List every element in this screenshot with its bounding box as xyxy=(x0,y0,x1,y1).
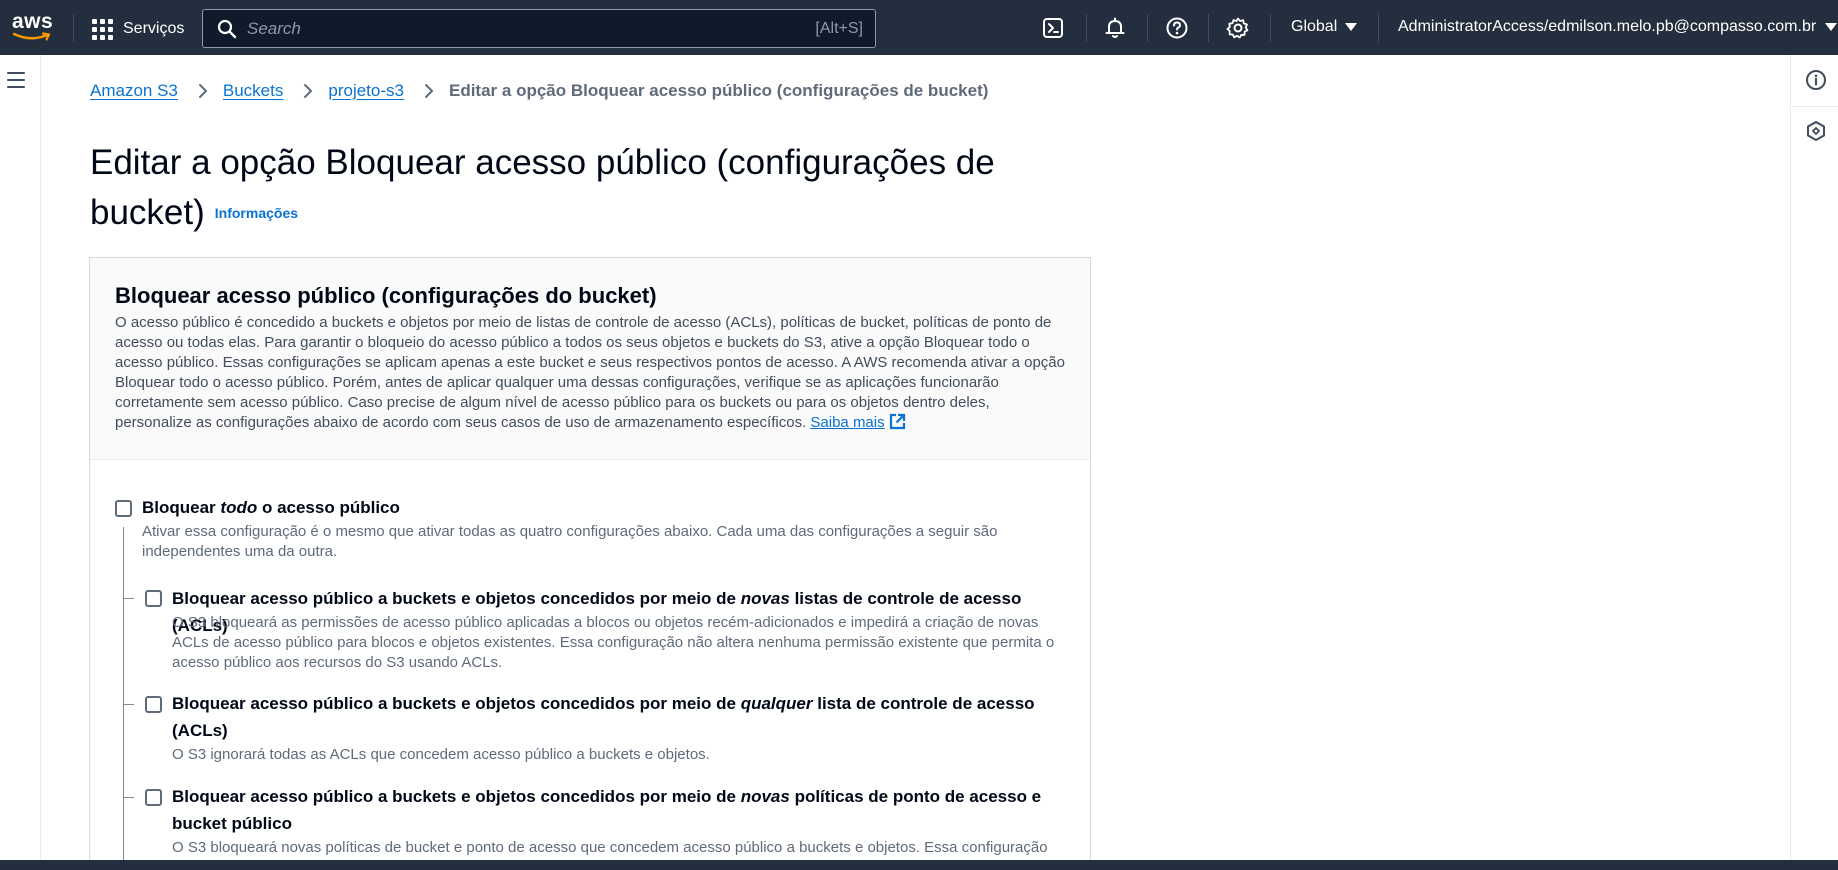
chevron-right-icon xyxy=(304,84,313,98)
info-link[interactable]: Informações xyxy=(215,205,298,221)
panel-description-text: O acesso público é concedido a buckets e… xyxy=(115,314,1065,431)
notifications-bell-icon[interactable] xyxy=(1103,16,1127,40)
search-icon xyxy=(217,19,237,38)
breadcrumb-current: Editar a opção Bloquear acesso público (… xyxy=(448,81,989,100)
label-emphasis: novas xyxy=(740,787,790,806)
apps-grid-icon xyxy=(92,18,113,40)
block-public-access-panel: Bloquear acesso público (configurações d… xyxy=(89,257,1091,870)
cloudshell-icon[interactable] xyxy=(1041,16,1065,40)
block-new-policies-label[interactable]: Bloquear acesso público a buckets e obje… xyxy=(172,783,1072,837)
left-navigation-rail xyxy=(0,55,41,860)
block-new-acls-checkbox[interactable] xyxy=(145,590,162,607)
learn-more-link[interactable]: Saiba mais xyxy=(810,413,905,431)
panel-header: Bloquear acesso público (configurações d… xyxy=(90,258,1090,460)
nav-separator xyxy=(1147,14,1148,42)
label-emphasis: novas xyxy=(740,589,790,608)
label-part: Bloquear acesso público a buckets e obje… xyxy=(172,589,741,608)
region-selector[interactable]: Global xyxy=(1291,18,1358,36)
settings-gear-icon[interactable] xyxy=(1226,16,1250,40)
block-new-policies-description: O S3 bloqueará novas políticas de bucket… xyxy=(172,839,1048,856)
block-any-acls-checkbox[interactable] xyxy=(145,696,162,713)
nav-separator xyxy=(1270,14,1271,42)
aws-smile-icon xyxy=(13,32,51,41)
label-emphasis: qualquer xyxy=(740,694,813,713)
tree-connector-line xyxy=(123,527,124,860)
search-input[interactable] xyxy=(247,18,816,39)
block-any-acls-label[interactable]: Bloquear acesso público a buckets e obje… xyxy=(172,690,1072,744)
caret-down-icon xyxy=(1825,23,1838,31)
block-all-public-access-label[interactable]: Bloquear todo o acesso público xyxy=(142,494,400,521)
block-all-public-access-description: Ativar essa configuração é o mesmo que a… xyxy=(142,523,998,560)
help-icon[interactable] xyxy=(1165,16,1189,40)
block-new-acls-description: O S3 bloqueará as permissões de acesso p… xyxy=(172,614,1055,671)
aws-logo[interactable]: aws xyxy=(12,11,54,45)
block-all-public-access-checkbox[interactable] xyxy=(115,500,132,517)
chevron-right-icon xyxy=(198,84,208,98)
label-emphasis: todo xyxy=(220,498,258,517)
label-part: o acesso público xyxy=(257,498,400,517)
page-title: Editar a opção Bloquear acesso público (… xyxy=(90,138,1050,238)
nav-separator xyxy=(1086,14,1087,42)
block-any-acls-description: O S3 ignorará todas as ACLs que concedem… xyxy=(172,746,710,763)
account-label: AdministratorAccess/edmilson.melo.pb@com… xyxy=(1398,18,1817,35)
panel-description: O acesso público é concedido a buckets e… xyxy=(115,313,1065,433)
external-link-icon xyxy=(889,413,905,430)
nav-separator xyxy=(1208,14,1209,42)
services-label: Serviços xyxy=(123,20,185,37)
top-navigation: aws Serviços [Alt+S] xyxy=(0,0,1838,55)
search-box[interactable]: [Alt+S] xyxy=(202,9,876,48)
aws-logo-text: aws xyxy=(12,10,54,33)
breadcrumb-link-bucket-name[interactable]: projeto-s3 xyxy=(328,81,404,101)
services-menu-button[interactable]: Serviços xyxy=(92,15,184,43)
tree-branch-line xyxy=(123,797,134,798)
caret-down-icon xyxy=(1345,23,1358,31)
block-new-policies-checkbox[interactable] xyxy=(145,789,162,806)
rail-divider xyxy=(1791,106,1838,107)
bottom-footer-bar xyxy=(0,860,1838,870)
label-part: Bloquear acesso público a buckets e obje… xyxy=(172,787,741,806)
breadcrumb-link-buckets[interactable]: Buckets xyxy=(223,81,283,101)
panel-title: Bloquear acesso público (configurações d… xyxy=(115,283,657,308)
label-part: Bloquear acesso público a buckets e obje… xyxy=(172,694,741,713)
nav-separator xyxy=(73,14,74,42)
nav-separator xyxy=(1378,14,1379,42)
tree-branch-line xyxy=(123,598,134,599)
hexagon-insights-icon[interactable] xyxy=(1805,120,1827,142)
label-part: Bloquear xyxy=(142,498,221,517)
account-menu[interactable]: AdministratorAccess/edmilson.melo.pb@com… xyxy=(1398,18,1838,36)
search-shortcut-hint: [Alt+S] xyxy=(815,19,863,37)
learn-more-label: Saiba mais xyxy=(810,414,885,431)
right-tools-rail xyxy=(1790,55,1838,860)
chevron-right-icon xyxy=(424,84,434,98)
breadcrumb-link-amazon-s3[interactable]: Amazon S3 xyxy=(90,81,178,101)
region-label: Global xyxy=(1291,18,1338,35)
info-panel-icon[interactable] xyxy=(1805,69,1827,91)
breadcrumb: Amazon S3 Buckets projeto-s3 Editar a op… xyxy=(90,81,988,101)
menu-toggle-icon[interactable] xyxy=(7,72,25,88)
tree-branch-line xyxy=(123,704,134,705)
